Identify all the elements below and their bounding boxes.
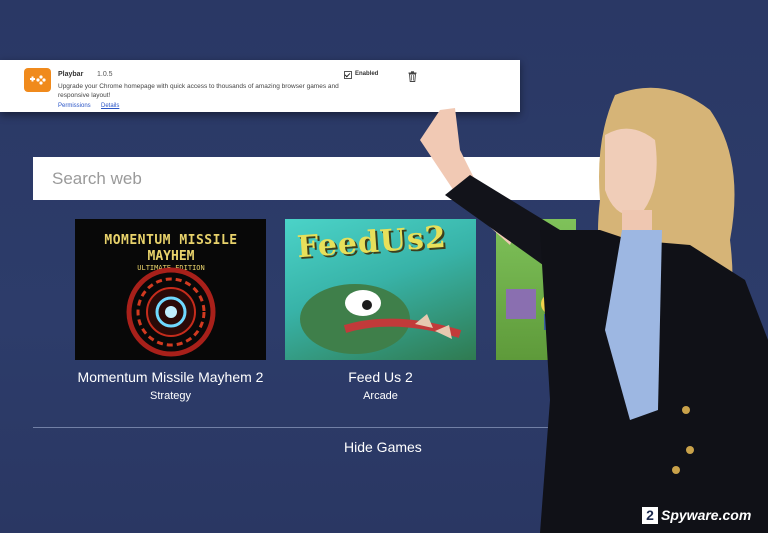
enabled-label: Enabled xyxy=(355,71,379,77)
enabled-checkbox[interactable] xyxy=(344,71,352,79)
game-card[interactable]: MOMENTUM MISSILE MAYHEM ULTIMATE EDITION… xyxy=(75,219,266,402)
presenter-photo xyxy=(420,87,768,533)
watermark-text: Spyware.com xyxy=(661,507,752,523)
extension-description: Upgrade your Chrome homepage with quick … xyxy=(58,83,339,99)
extension-name: Playbar xyxy=(58,71,84,78)
game-genre: Strategy xyxy=(150,390,191,402)
extension-version: 1.0.5 xyxy=(97,71,113,78)
gamepad-icon xyxy=(24,68,51,92)
permissions-link[interactable]: Permissions xyxy=(58,103,91,109)
game-title[interactable]: Momentum Missile Mayhem 2 xyxy=(75,369,266,385)
watermark-digit: 2 xyxy=(642,507,658,524)
target-graphic xyxy=(126,267,216,357)
game-thumbnail[interactable]: MOMENTUM MISSILE MAYHEM ULTIMATE EDITION xyxy=(75,219,266,360)
details-link[interactable]: Details xyxy=(101,103,119,109)
